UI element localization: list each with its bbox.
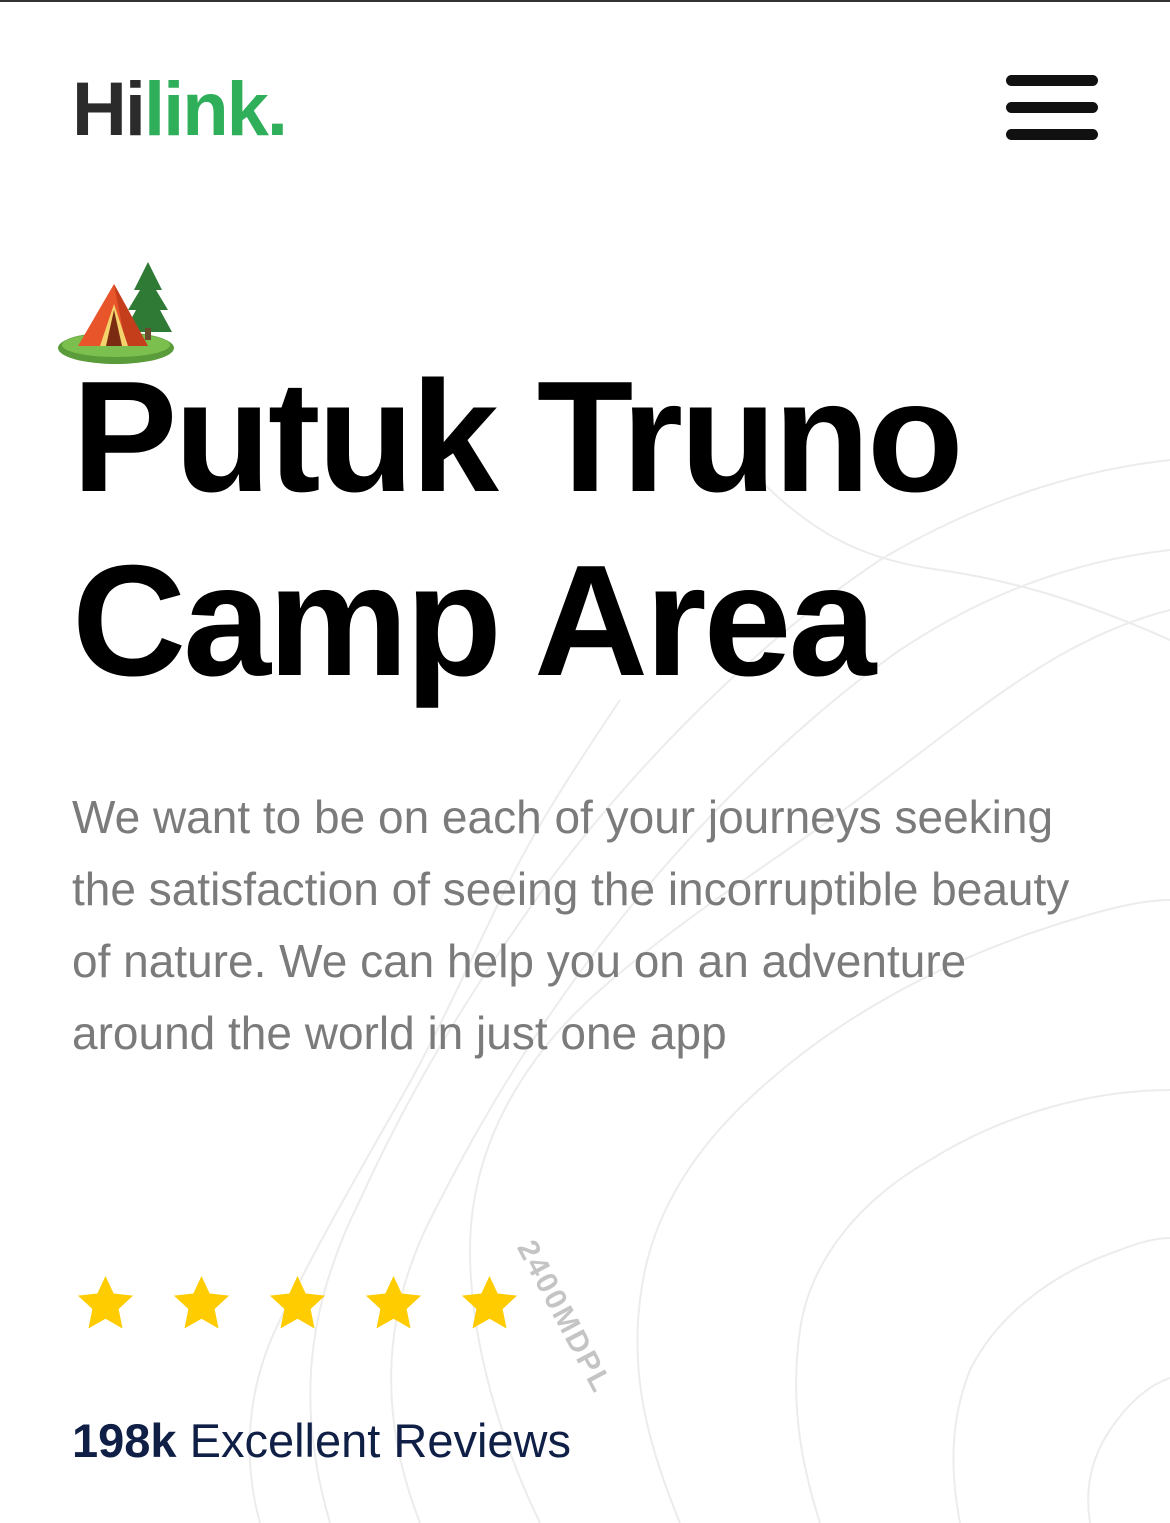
hero-description: We want to be on each of your journeys s…	[72, 791, 1070, 1059]
logo-text-link: link.	[144, 67, 288, 152]
menu-bar	[1006, 102, 1098, 113]
star-icon	[269, 1275, 326, 1329]
logo-text-hi: Hi	[72, 67, 146, 152]
brand-logo[interactable]: Hilink.	[72, 67, 288, 152]
star-icon	[365, 1275, 422, 1329]
star-icon	[173, 1275, 230, 1329]
menu-bar	[1006, 129, 1098, 140]
star-icon	[461, 1275, 518, 1329]
reviews-label: Excellent Reviews	[189, 1414, 571, 1467]
camping-tent-icon	[58, 262, 174, 364]
title-line-1: Putuk Truno	[72, 349, 964, 525]
reviews-count: 198k	[72, 1414, 177, 1467]
site-header: Hilink.	[72, 68, 1098, 152]
page-title: Putuk Truno Camp Area	[72, 345, 964, 713]
star-rating	[74, 1272, 521, 1340]
hamburger-menu-icon[interactable]	[1006, 72, 1098, 140]
title-line-2: Camp Area	[72, 533, 876, 709]
menu-bar	[1006, 75, 1098, 86]
reviews-summary: 198k Excellent Reviews	[72, 1410, 571, 1472]
star-icon	[77, 1275, 134, 1329]
